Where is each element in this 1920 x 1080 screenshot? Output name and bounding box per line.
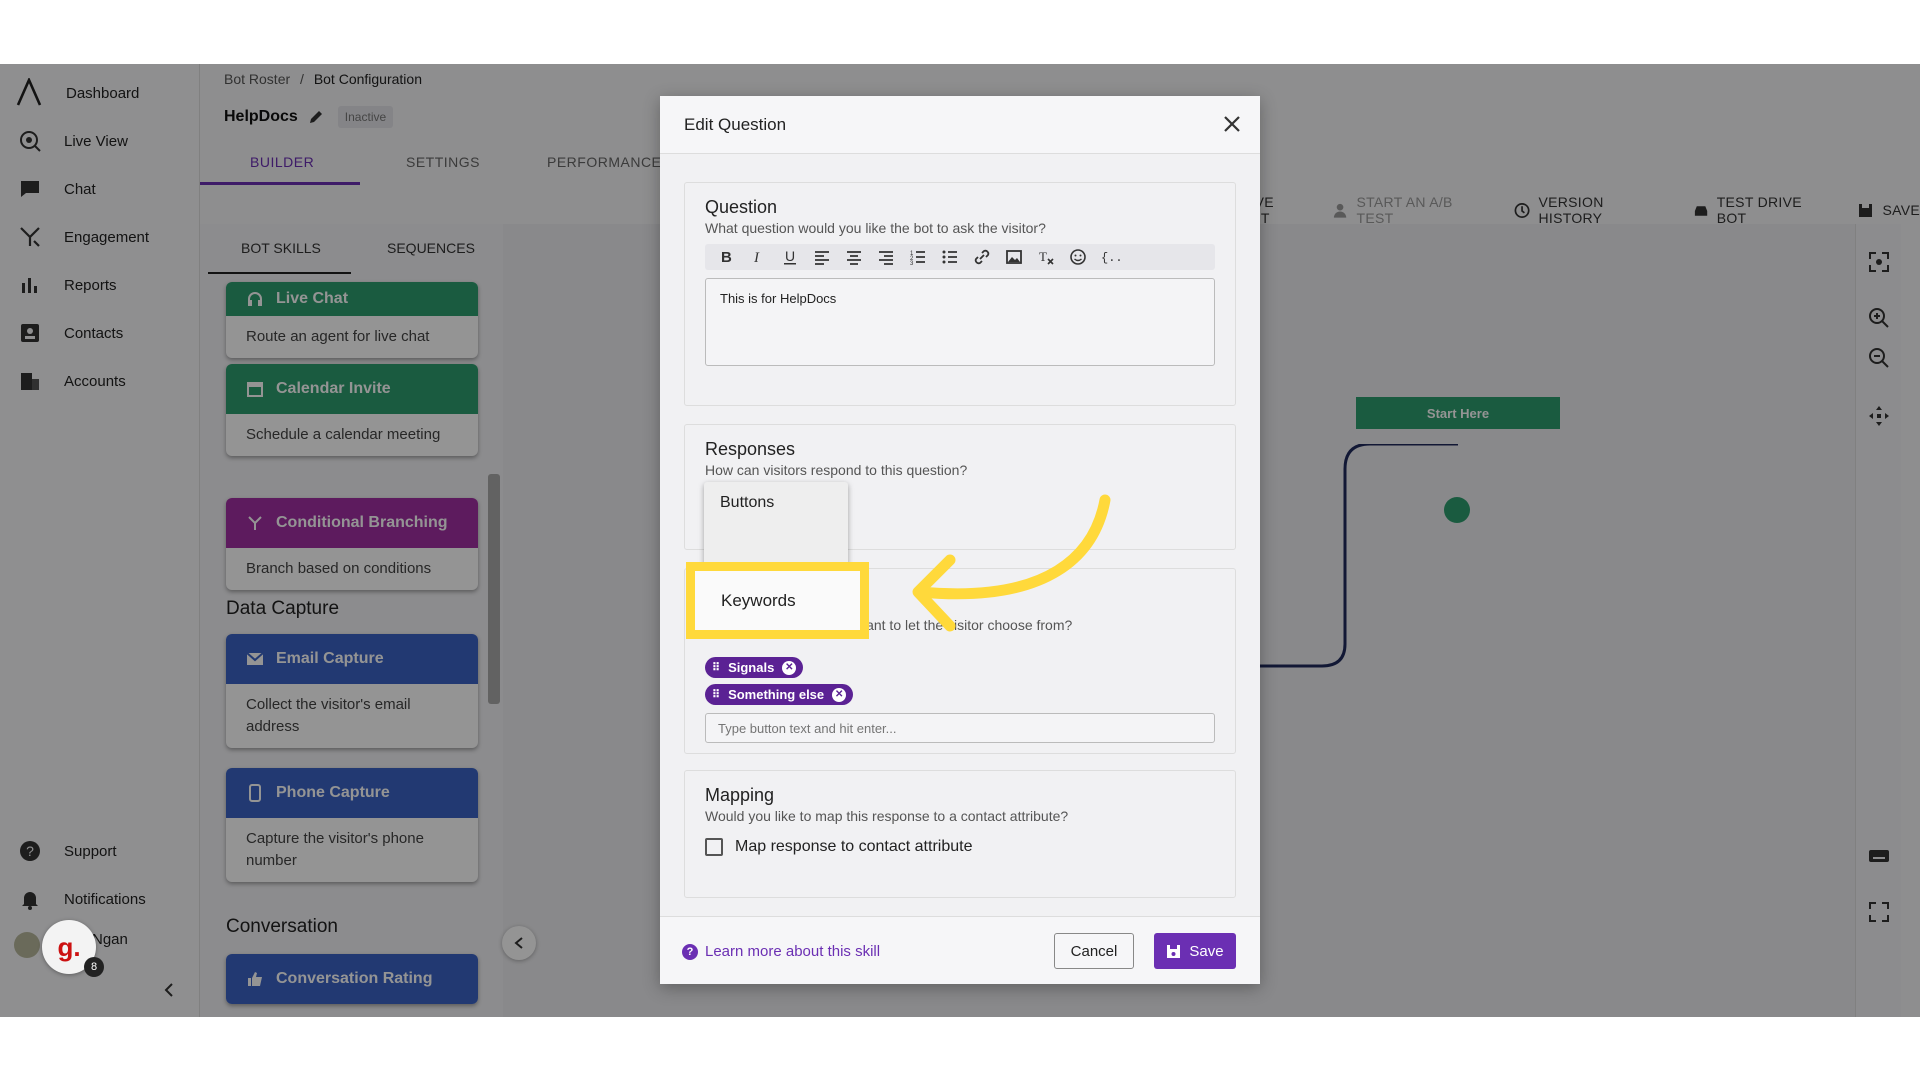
mapping-panel: Mapping Would you like to map this respo… [684, 770, 1236, 898]
modal-header: Edit Question [660, 96, 1260, 154]
learn-more-label: Learn more about this skill [705, 943, 881, 960]
response-chip[interactable]: ⠿ Something else ✕ [705, 684, 854, 705]
emoji-icon[interactable] [1069, 248, 1087, 266]
remove-chip-icon[interactable]: ✕ [832, 687, 847, 702]
cancel-button[interactable]: Cancel [1054, 933, 1134, 969]
variable-icon[interactable]: {..} [1101, 248, 1123, 266]
drag-handle-icon: ⠿ [712, 662, 721, 674]
link-icon[interactable] [973, 248, 991, 266]
responses-prompt: How can visitors respond to this questio… [705, 462, 968, 478]
svg-text:T: T [1039, 249, 1047, 264]
align-left-icon[interactable] [813, 248, 831, 266]
svg-text:{..}: {..} [1101, 251, 1123, 265]
app-window: Dashboard Live View Chat Engagement Repo… [0, 64, 1920, 1017]
response-chip[interactable]: ⠿ Signals ✕ [705, 657, 804, 678]
option-buttons[interactable]: Buttons [704, 482, 848, 520]
map-attribute-label: Map response to contact attribute [735, 838, 973, 855]
save-icon [1167, 944, 1181, 958]
svg-text:B: B [721, 249, 732, 266]
notification-badge: 8 [84, 957, 104, 977]
highlight-box [686, 562, 869, 639]
modal-title: Edit Question [684, 114, 787, 134]
close-icon[interactable] [1222, 114, 1242, 134]
align-right-icon[interactable] [877, 248, 895, 266]
remove-chip-icon[interactable]: ✕ [782, 660, 797, 675]
save-label: Save [1189, 942, 1224, 960]
map-attribute-checkbox[interactable] [705, 838, 723, 856]
map-attribute-row[interactable]: Map response to contact attribute [705, 838, 1215, 856]
bold-icon[interactable]: B [717, 248, 735, 266]
question-prompt: What question would you like the bot to … [705, 220, 1046, 236]
option-keywords-placeholder[interactable] [704, 520, 848, 556]
mapping-heading: Mapping [705, 785, 775, 805]
save-button[interactable]: Save [1154, 933, 1236, 969]
svg-text:I: I [753, 250, 760, 266]
underline-icon[interactable]: U [781, 248, 799, 266]
chip-list: ⠿ Signals ✕ ⠿ Something else ✕ [705, 651, 1215, 705]
button-text-input[interactable] [705, 713, 1215, 743]
italic-icon[interactable]: I [749, 248, 767, 266]
rich-text-toolbar: B I U 123 T {..} [705, 244, 1215, 270]
question-text-editor[interactable]: This is for HelpDocs [705, 278, 1215, 366]
annotation-arrow-icon [912, 494, 1111, 632]
modal-footer: ? Learn more about this skill Cancel Save [660, 916, 1260, 984]
bullet-list-icon[interactable] [941, 248, 959, 266]
chip-label: Something else [728, 687, 825, 702]
learn-more-link[interactable]: ? Learn more about this skill [682, 943, 880, 960]
drag-handle-icon: ⠿ [712, 689, 721, 701]
help-icon: ? [682, 943, 698, 960]
image-icon[interactable] [1005, 248, 1023, 266]
user-avatar[interactable] [14, 932, 40, 958]
svg-text:U: U [785, 248, 795, 264]
svg-text:3: 3 [910, 261, 914, 266]
ordered-list-icon[interactable]: 123 [909, 248, 927, 266]
question-heading: Question [705, 197, 778, 217]
align-center-icon[interactable] [845, 248, 863, 266]
mapping-prompt: Would you like to map this response to a… [705, 808, 1069, 824]
responses-heading: Responses [705, 439, 796, 459]
question-panel: Question What question would you like th… [684, 182, 1236, 406]
chip-label: Signals [728, 660, 775, 675]
clear-format-icon[interactable]: T [1037, 248, 1055, 266]
